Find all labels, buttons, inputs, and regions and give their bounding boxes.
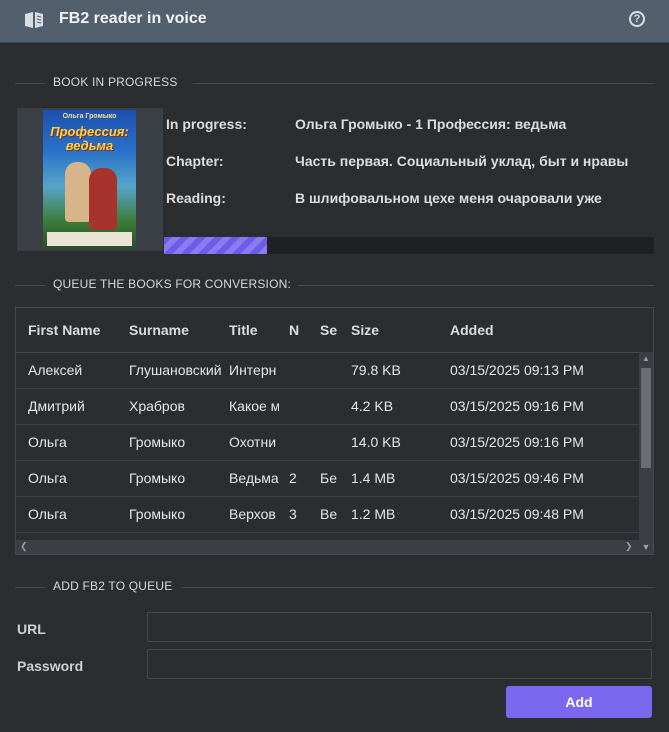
table-row[interactable]: Алексей Глушановский Интерн 79.8 KB 03/15/20… [16,352,639,389]
help-icon[interactable]: ? [629,11,645,27]
cell-surname: Громыко [129,506,186,522]
cell-surname: Храбров [129,398,185,414]
table-row[interactable]: Ольга Громыко Верхов 3 Ве 1.2 MB 03/15/2025 09… [16,496,639,533]
horizontal-scrollbar[interactable]: ❮ ❯ [16,540,639,554]
column-added[interactable]: Added [450,322,630,338]
column-surname[interactable]: Surname [129,322,221,338]
book-in-progress-heading: BOOK IN PROGRESS [15,75,654,91]
progress-fill [164,237,267,254]
cell-number: 3 [289,506,297,522]
column-title[interactable]: Title [229,322,279,338]
vertical-scrollbar[interactable]: ▲ [639,352,653,540]
table-row[interactable]: Дмитрий Храбров Какое м 4.2 KB 03/15/2025 09… [16,388,639,425]
cell-surname: Громыко [129,434,186,450]
cell-series: Бе [320,470,337,486]
cover-art: Ольга Громыко Профессия: ведьма [43,110,136,249]
queue-table[interactable]: First Name Surname Title N Se Size Added… [15,307,654,555]
table-row[interactable]: Ольга Громыко Ведьма 2 Бе 1.4 MB 03/15/2025 09… [16,460,639,497]
in-progress-label: In progress: [166,116,247,132]
open-book-icon [25,12,43,28]
chapter-value: Часть первая. Социальный уклад, быт и нр… [295,153,629,169]
reading-label: Reading: [166,190,226,206]
cell-title: Интерн [229,362,277,378]
add-fb2-heading: ADD FB2 TO QUEUE [15,579,654,595]
in-progress-value: Ольга Громыко - 1 Профессия: ведьма [295,116,567,132]
add-button[interactable]: Add [506,686,652,718]
scroll-up-icon[interactable]: ▲ [641,354,651,363]
url-input[interactable] [147,612,652,642]
scroll-left-icon[interactable]: ❮ [20,541,28,552]
cell-surname: Глушановский [129,362,221,378]
title-bar: FB2 reader in voice ? [0,0,669,43]
book-cover: Ольга Громыко Профессия: ведьма [17,108,163,251]
column-number[interactable]: N [289,322,307,338]
chapter-label: Chapter: [166,153,224,169]
table-header: First Name Surname Title N Se Size Added [16,308,639,353]
cell-added: 03/15/2025 09:48 PM [450,506,584,522]
column-size[interactable]: Size [351,322,441,338]
table-row[interactable]: Ольга Громыко Охотни 14.0 KB 03/15/2025 09:1… [16,424,639,461]
cell-added: 03/15/2025 09:13 PM [450,362,584,378]
cell-added: 03/15/2025 09:16 PM [450,398,584,414]
queue-heading: QUEUE THE BOOKS FOR CONVERSION: [15,277,654,293]
cell-title: Ведьма [229,470,279,486]
cell-surname: Громыко [129,470,186,486]
cell-size: 14.0 KB [351,434,401,450]
cell-first-name: Ольга [28,434,67,450]
cell-added: 03/15/2025 09:46 PM [450,470,584,486]
scroll-right-icon[interactable]: ❯ [625,541,633,552]
cell-size: 4.2 KB [351,398,394,414]
vertical-scroll-thumb[interactable] [641,368,651,468]
column-first-name[interactable]: First Name [28,322,124,338]
cell-size: 1.2 MB [351,506,396,522]
cell-title: Верхов [229,506,276,522]
reading-value: В шлифовальном цехе меня очаровали уже [295,190,602,206]
cell-number: 2 [289,470,297,486]
password-label: Password [17,658,84,674]
cell-title: Какое м [229,398,279,414]
cell-size: 79.8 KB [351,362,401,378]
column-series[interactable]: Se [320,322,338,338]
progress-bar [164,237,654,254]
cell-title: Охотни [229,434,277,450]
url-label: URL [17,621,46,637]
cell-first-name: Ольга [28,506,67,522]
cell-first-name: Дмитрий [28,398,85,414]
cell-series: Ве [320,506,338,522]
cell-size: 1.4 MB [351,470,396,486]
cell-added: 03/15/2025 09:16 PM [450,434,584,450]
window-title: FB2 reader in voice [59,10,207,27]
cell-first-name: Алексей [28,362,83,378]
scroll-down-icon[interactable]: ▼ [639,540,653,554]
cell-first-name: Ольга [28,470,67,486]
password-input[interactable] [147,649,652,679]
